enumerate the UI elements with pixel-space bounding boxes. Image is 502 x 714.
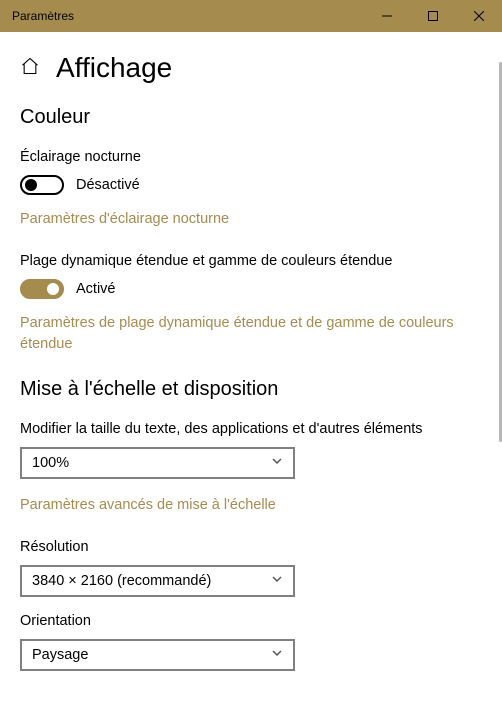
resolution-dropdown[interactable]: 3840 × 2160 (recommandé) <box>20 565 295 597</box>
text-size-label: Modifier la taille du texte, des applica… <box>20 421 482 437</box>
hdr-state: Activé <box>76 281 116 297</box>
night-light-state: Désactivé <box>76 177 140 193</box>
orientation-value: Paysage <box>32 647 88 663</box>
orientation-label: Orientation <box>20 613 482 629</box>
resolution-label: Résolution <box>20 539 482 555</box>
hdr-settings-link[interactable]: Paramètres de plage dynamique étendue et… <box>20 313 482 354</box>
page-header: Affichage <box>20 52 482 84</box>
text-size-dropdown[interactable]: 100% <box>20 447 295 479</box>
hdr-toggle[interactable] <box>20 279 64 299</box>
maximize-button[interactable] <box>410 0 456 32</box>
chevron-down-icon <box>271 573 283 589</box>
scaling-advanced-link[interactable]: Paramètres avancés de mise à l'échelle <box>20 495 482 515</box>
close-button[interactable] <box>456 0 502 32</box>
night-light-label: Éclairage nocturne <box>20 149 482 165</box>
home-icon[interactable] <box>20 56 40 81</box>
page-title: Affichage <box>56 52 172 84</box>
resolution-value: 3840 × 2160 (recommandé) <box>32 573 211 589</box>
titlebar-title: Paramètres <box>0 9 364 23</box>
section-scale-title: Mise à l'échelle et disposition <box>20 378 482 401</box>
night-light-toggle[interactable] <box>20 175 64 195</box>
section-color-title: Couleur <box>20 106 482 129</box>
content-area: Affichage Couleur Éclairage nocturne Dés… <box>0 32 502 714</box>
orientation-dropdown[interactable]: Paysage <box>20 639 295 671</box>
hdr-label: Plage dynamique étendue et gamme de coul… <box>20 253 482 269</box>
chevron-down-icon <box>271 647 283 663</box>
text-size-value: 100% <box>32 455 69 471</box>
chevron-down-icon <box>271 455 283 471</box>
titlebar: Paramètres <box>0 0 502 32</box>
minimize-button[interactable] <box>364 0 410 32</box>
night-light-settings-link[interactable]: Paramètres d'éclairage nocturne <box>20 209 482 229</box>
